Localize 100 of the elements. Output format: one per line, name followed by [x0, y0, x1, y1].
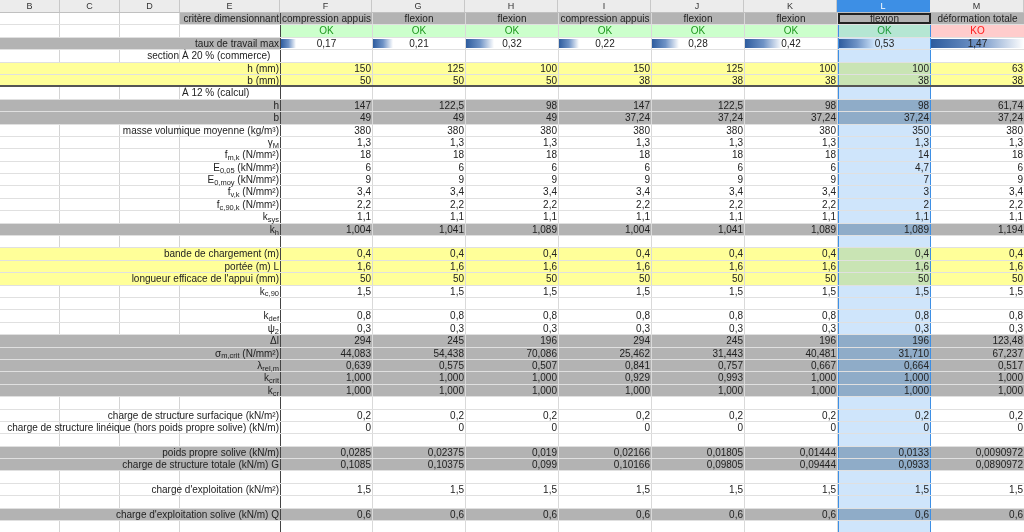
- table-cell: 50: [466, 273, 559, 285]
- row-header-cell: longueur efficace de l'appui (mm): [0, 273, 280, 285]
- table-cell: 0,4: [838, 248, 931, 260]
- column-header[interactable]: M: [930, 0, 1024, 12]
- table-cell: 50: [931, 273, 1024, 285]
- column-header[interactable]: E: [180, 0, 280, 12]
- table-cell: 123,48: [931, 335, 1024, 347]
- row-header-cell: σ$_{m,crit}$ (N/mm²): [0, 347, 280, 359]
- column-header[interactable]: J: [651, 0, 744, 12]
- row-header-cell: bande de chargement (m): [0, 248, 280, 260]
- table-cell: 100: [745, 62, 838, 74]
- table-cell: 150: [281, 62, 373, 74]
- table-cell: 0,53: [874, 37, 895, 50]
- table-cell: 1,000: [745, 372, 838, 384]
- column-header[interactable]: I: [558, 0, 651, 12]
- table-cell: 50: [559, 273, 652, 285]
- status-cell: OK: [559, 25, 652, 37]
- row-header-cell: charge de structure totale (kN/m) G: [0, 459, 280, 471]
- column-header[interactable]: F: [280, 0, 372, 12]
- table-cell: 0,17: [316, 37, 337, 50]
- row-header-cell: k$_{crit}$: [0, 372, 280, 384]
- table-cell: flexion: [373, 13, 466, 25]
- table-cell: 1,000: [281, 372, 373, 384]
- table-cell: 1,47: [967, 37, 988, 50]
- table-cell: flexion: [652, 13, 745, 25]
- table-cell: 100: [838, 62, 931, 74]
- row-header-cell: Δl: [0, 335, 280, 347]
- table-cell: 0,10166: [559, 459, 652, 471]
- table-cell: 245: [652, 335, 745, 347]
- row-header-cell: À 20 % (commerce): [182, 50, 271, 62]
- table-cell: compression appuis: [281, 13, 373, 25]
- table-cell: 0,09805: [652, 459, 745, 471]
- table-cell: 294: [281, 335, 373, 347]
- table-cell: 50: [281, 273, 373, 285]
- table-cell: 37,24: [559, 112, 652, 124]
- column-header[interactable]: H: [465, 0, 558, 12]
- table-cell: 1,000: [466, 372, 559, 384]
- table-cell: 0,993: [652, 372, 745, 384]
- table-cell: 196: [838, 335, 931, 347]
- table-cell: 0,1085: [281, 459, 373, 471]
- table-cell: 67,237: [931, 347, 1024, 359]
- column-header[interactable]: C: [60, 0, 120, 12]
- status-cell: OK: [281, 25, 373, 37]
- row-header-cell: h (mm): [0, 62, 280, 74]
- table-cell: 125: [373, 62, 466, 74]
- row-header-cell: b: [0, 112, 280, 124]
- table-cell: flexion: [745, 13, 838, 25]
- table-cell: 49: [281, 112, 373, 124]
- table-cell: 3: [838, 186, 931, 198]
- table-cell: 14: [838, 149, 931, 161]
- table-cell: 294: [559, 335, 652, 347]
- column-header[interactable]: D: [120, 0, 180, 12]
- table-cell: 7: [838, 174, 931, 186]
- row-header-cell: section: [147, 50, 179, 62]
- table-cell: 0,929: [559, 372, 652, 384]
- table-cell: 150: [559, 62, 652, 74]
- table-cell: 0,32: [502, 37, 522, 50]
- status-cell: OK: [373, 25, 466, 37]
- column-header[interactable]: G: [372, 0, 465, 12]
- status-cell: OK: [466, 25, 559, 37]
- table-cell: déformation totale: [931, 13, 1024, 25]
- table-cell: 245: [373, 335, 466, 347]
- table-cell: 37,24: [931, 112, 1024, 124]
- status-cell: OK: [745, 25, 838, 37]
- status-cell: OK: [838, 25, 931, 37]
- table-cell: 196: [745, 335, 838, 347]
- status-cell: OK: [652, 25, 745, 37]
- table-cell: 0,22: [595, 37, 615, 50]
- table-cell: 0,4: [559, 248, 652, 260]
- table-cell: 125: [652, 62, 745, 74]
- table-cell: 40,481: [745, 347, 838, 359]
- table-cell: 0,4: [931, 248, 1024, 260]
- table-cell: 100: [466, 62, 559, 74]
- table-cell: 0,42: [781, 37, 801, 50]
- table-cell: 49: [373, 112, 466, 124]
- table-cell: 54,438: [373, 347, 466, 359]
- table-cell: 1,000: [931, 372, 1024, 384]
- table-cell: 0,0933: [838, 459, 931, 471]
- table-cell: 0,099: [466, 459, 559, 471]
- table-cell: 0,8: [838, 310, 931, 322]
- table-cell: 63: [931, 62, 1024, 74]
- table-cell: 50: [652, 273, 745, 285]
- table-cell: 70,086: [466, 347, 559, 359]
- status-cell: KO: [931, 25, 1024, 37]
- table-cell: 0,09444: [745, 459, 838, 471]
- table-cell: 0,21: [409, 37, 429, 50]
- table-cell: 1,000: [373, 372, 466, 384]
- table-cell: 50: [745, 273, 838, 285]
- table-cell: 37,24: [652, 112, 745, 124]
- table-cell: 196: [466, 335, 559, 347]
- table-cell: 1,000: [838, 372, 931, 384]
- table-cell: 1,5: [838, 285, 931, 297]
- table-cell: 49: [466, 112, 559, 124]
- table-cell: 0,4: [652, 248, 745, 260]
- table-cell: 0,0890972: [931, 459, 1024, 471]
- table-cell: 0,2: [838, 409, 931, 421]
- column-header[interactable]: B: [0, 0, 60, 12]
- table-cell: 0,4: [373, 248, 466, 260]
- table-cell: 31,443: [652, 347, 745, 359]
- table-cell: 37,24: [838, 112, 931, 124]
